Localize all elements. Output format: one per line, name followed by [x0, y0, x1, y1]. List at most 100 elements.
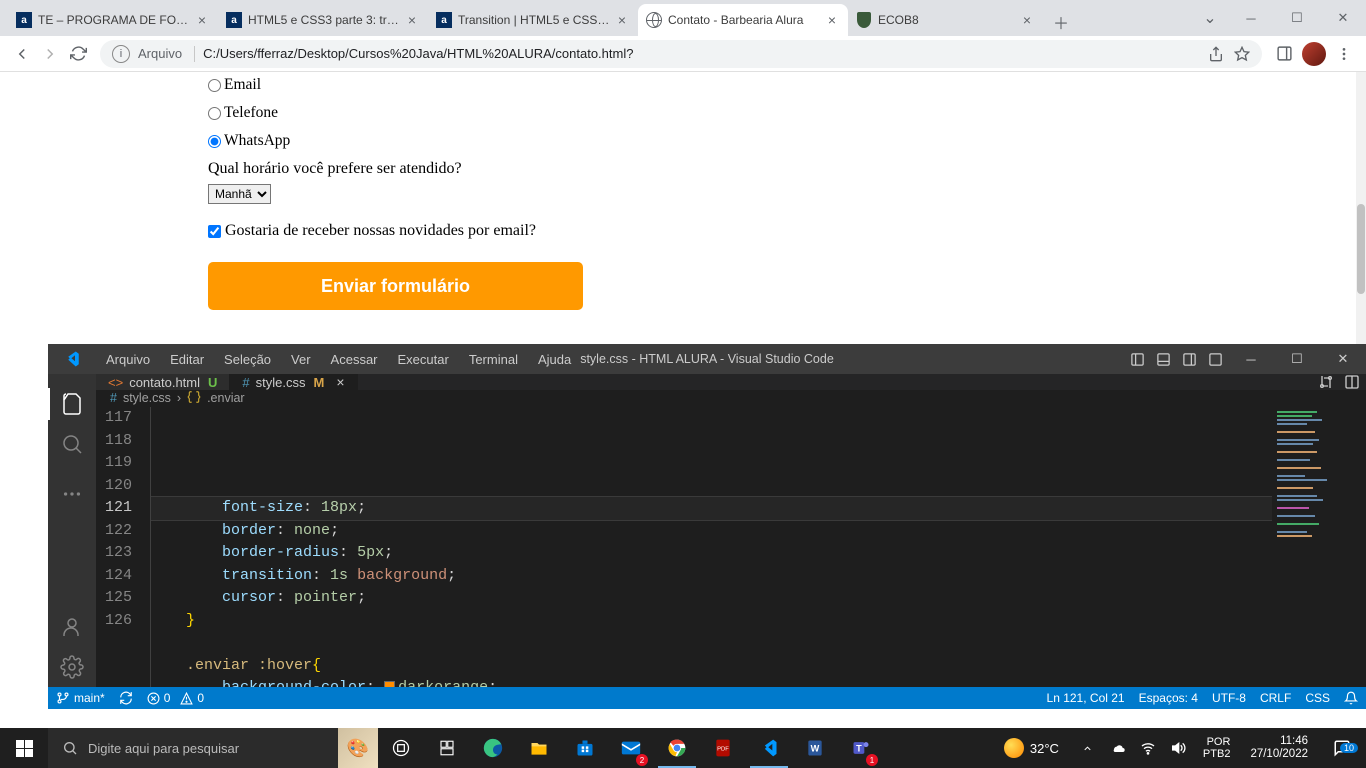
menu-seleção[interactable]: Seleção: [216, 348, 279, 371]
eol-status[interactable]: CRLF: [1260, 691, 1291, 705]
close-icon[interactable]: ×: [404, 12, 420, 28]
menu-icon[interactable]: [1330, 40, 1358, 68]
tab-2[interactable]: a Transition | HTML5 e CSS3 p ×: [428, 4, 638, 36]
radio-input[interactable]: [208, 107, 221, 120]
onedrive-icon[interactable]: [1107, 740, 1129, 756]
vscode-maximize-button[interactable]: ☐: [1274, 344, 1320, 374]
vscode-close-button[interactable]: ✕: [1320, 344, 1366, 374]
menu-ajuda[interactable]: Ajuda: [530, 348, 579, 371]
menu-terminal[interactable]: Terminal: [461, 348, 526, 371]
taskbar-app-teams[interactable]: T1: [838, 728, 884, 768]
breadcrumb[interactable]: # style.css › .enviar: [96, 390, 1366, 405]
tab-3-active[interactable]: Contato - Barbearia Alura ×: [638, 4, 848, 36]
sync-status[interactable]: [119, 691, 133, 705]
compare-changes-icon[interactable]: [1318, 374, 1334, 390]
cursor-position[interactable]: Ln 121, Col 21: [1047, 691, 1125, 705]
maximize-button[interactable]: ☐: [1274, 2, 1320, 34]
page-scrollbar[interactable]: [1356, 72, 1366, 344]
taskbar-app-cortana[interactable]: [424, 728, 470, 768]
wifi-icon[interactable]: [1137, 740, 1159, 756]
language-indicator[interactable]: POR PTB2: [1197, 736, 1237, 760]
menu-acessar[interactable]: Acessar: [323, 348, 386, 371]
close-icon[interactable]: ×: [614, 12, 630, 28]
weather-widget[interactable]: 32°C: [994, 738, 1069, 758]
account-icon[interactable]: [48, 607, 96, 647]
code-editor[interactable]: 117118119120121122123124125126 font-size…: [96, 405, 1366, 687]
radio-input[interactable]: [208, 79, 221, 92]
forward-button[interactable]: [36, 40, 64, 68]
taskbar-app-word[interactable]: W: [792, 728, 838, 768]
split-editor-icon[interactable]: [1344, 374, 1360, 390]
close-icon[interactable]: ×: [1019, 12, 1035, 28]
menu-editar[interactable]: Editar: [162, 348, 212, 371]
back-button[interactable]: [8, 40, 36, 68]
taskbar-app-edge[interactable]: [470, 728, 516, 768]
new-tab-button[interactable]: ＋: [1047, 8, 1075, 36]
code-line[interactable]: [150, 632, 1272, 655]
close-window-button[interactable]: ✕: [1320, 2, 1366, 34]
language-mode[interactable]: CSS: [1305, 691, 1330, 705]
more-icon[interactable]: [48, 474, 96, 514]
close-icon[interactable]: ×: [194, 12, 210, 28]
newsletter-checkbox-row[interactable]: Gostaria de receber nossas novidades por…: [208, 222, 1366, 240]
search-icon[interactable]: [48, 424, 96, 464]
bookmark-icon[interactable]: [1234, 46, 1250, 62]
minimap[interactable]: [1272, 405, 1352, 687]
tray-chevron-up-icon[interactable]: [1077, 743, 1099, 754]
site-info-icon[interactable]: i: [112, 45, 130, 63]
code-line[interactable]: .enviar :hover{: [150, 655, 1272, 678]
scrollbar-thumb[interactable]: [1357, 204, 1365, 294]
code-text[interactable]: font-size: 18px; border: none; border-ra…: [150, 405, 1272, 687]
volume-icon[interactable]: [1167, 740, 1189, 756]
editor-scrollbar[interactable]: [1352, 405, 1366, 687]
vscode-minimize-button[interactable]: ─: [1228, 344, 1274, 374]
tab-4[interactable]: ECOB8 ×: [848, 4, 1043, 36]
widgets-button[interactable]: 🎨: [338, 728, 378, 768]
editor-tab-style-css[interactable]: # style.css M ×: [230, 374, 357, 390]
layout-panel-bottom-icon[interactable]: [1151, 348, 1175, 370]
tab-1[interactable]: a HTML5 e CSS3 parte 3: traba ×: [218, 4, 428, 36]
taskbar-search[interactable]: Digite aqui para pesquisar: [48, 728, 338, 768]
editor-tab-contato-html[interactable]: <> contato.html U: [96, 374, 230, 390]
taskbar-app-mail[interactable]: 2: [608, 728, 654, 768]
side-panel-icon[interactable]: [1270, 40, 1298, 68]
code-line[interactable]: border-radius: 5px;: [150, 542, 1272, 565]
menu-executar[interactable]: Executar: [390, 348, 457, 371]
profile-avatar[interactable]: [1302, 42, 1326, 66]
taskbar-app-explorer[interactable]: [516, 728, 562, 768]
layout-panel-left-icon[interactable]: [1125, 348, 1149, 370]
layout-panel-right-icon[interactable]: [1177, 348, 1201, 370]
submit-button[interactable]: Enviar formulário: [208, 262, 583, 310]
chevron-down-icon[interactable]: ⌄: [1192, 8, 1228, 28]
menu-ver[interactable]: Ver: [283, 348, 319, 371]
tab-0[interactable]: a TE – PROGRAMA DE FORMA ×: [8, 4, 218, 36]
address-bar[interactable]: i Arquivo C:/Users/fferraz/Desktop/Curso…: [100, 40, 1262, 68]
close-icon[interactable]: ×: [336, 374, 344, 390]
taskbar-app-store[interactable]: [562, 728, 608, 768]
code-line[interactable]: transition: 1s background;: [150, 565, 1272, 588]
code-line[interactable]: cursor: pointer;: [150, 587, 1272, 610]
taskbar-app-chrome[interactable]: [654, 728, 700, 768]
radio-whatsapp[interactable]: WhatsApp: [208, 132, 1366, 150]
notifications-icon[interactable]: [1344, 691, 1358, 705]
taskbar-app-pdf[interactable]: PDF: [700, 728, 746, 768]
share-icon[interactable]: [1208, 46, 1224, 62]
reload-button[interactable]: [64, 40, 92, 68]
menu-arquivo[interactable]: Arquivo: [98, 348, 158, 371]
problems-status[interactable]: 0 0: [147, 691, 204, 705]
radio-email[interactable]: Email: [208, 76, 1366, 94]
close-icon[interactable]: ×: [824, 12, 840, 28]
settings-gear-icon[interactable]: [48, 647, 96, 687]
git-branch-status[interactable]: main*: [56, 691, 105, 705]
clock[interactable]: 11:46 27/10/2022: [1244, 735, 1314, 761]
layout-centered-icon[interactable]: [1203, 348, 1227, 370]
encoding-status[interactable]: UTF-8: [1212, 691, 1246, 705]
explorer-icon[interactable]: [48, 384, 96, 424]
indentation-status[interactable]: Espaços: 4: [1139, 691, 1198, 705]
action-center-icon[interactable]: 10: [1322, 739, 1362, 757]
vscode-titlebar[interactable]: ArquivoEditarSeleçãoVerAcessarExecutarTe…: [48, 344, 1366, 374]
minimize-button[interactable]: ─: [1228, 2, 1274, 34]
code-line[interactable]: border: none;: [150, 520, 1272, 543]
task-view-icon[interactable]: [378, 728, 424, 768]
radio-telefone[interactable]: Telefone: [208, 104, 1366, 122]
